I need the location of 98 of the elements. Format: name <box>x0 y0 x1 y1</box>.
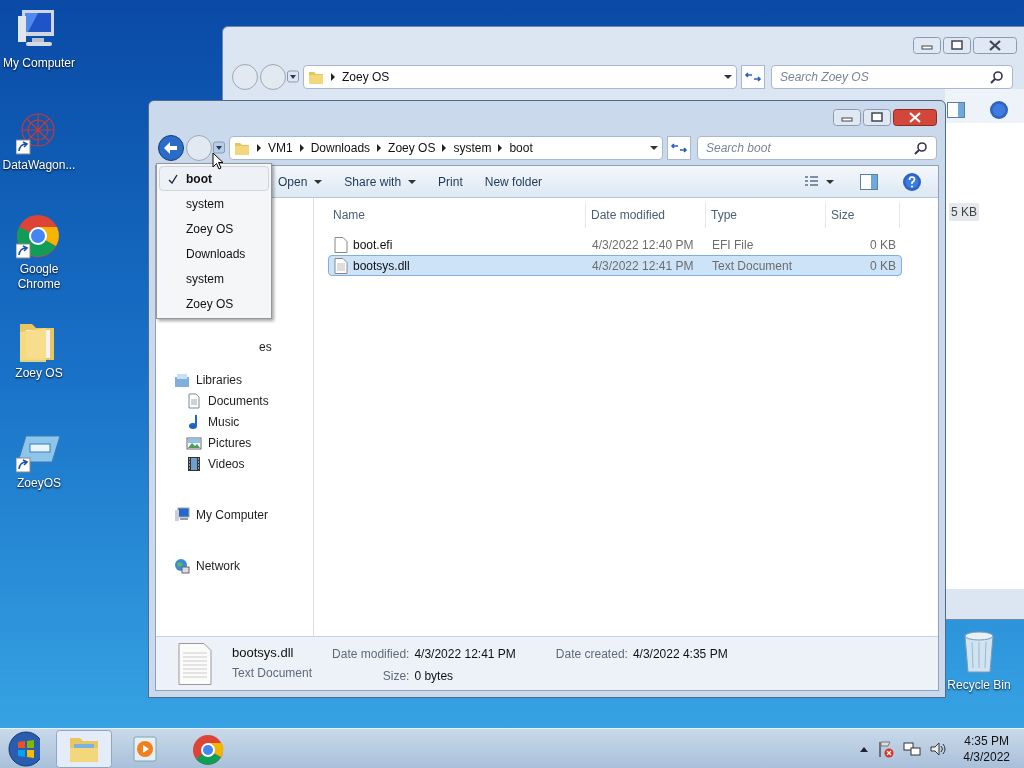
toolbar-button[interactable]: Open <box>270 169 331 194</box>
table-cell-text: 4/3/2022 12:40 PM <box>591 236 695 254</box>
search-icon <box>914 141 928 155</box>
dropdown-icon[interactable] <box>724 74 732 80</box>
search-field[interactable]: Search Zoey OS <box>780 68 990 86</box>
nav-item[interactable]: Pictures <box>208 433 252 452</box>
close-icon[interactable] <box>973 37 1017 54</box>
chevron-icon <box>376 144 383 152</box>
address-bar[interactable]: VM1 Downloads Zoey OS system boot <box>229 136 663 160</box>
desktop-icon-label[interactable]: Zoey OS <box>1 366 77 381</box>
menu-item[interactable]: Downloads <box>159 241 269 266</box>
recycle-bin-icon[interactable] <box>961 630 997 674</box>
chevron-icon <box>497 144 504 152</box>
nav-item[interactable]: Documents <box>208 391 269 410</box>
breadcrumb-item[interactable]: Zoey OS <box>388 139 436 157</box>
file-name: boot.efi <box>353 236 393 254</box>
nav-item[interactable]: es <box>259 337 272 356</box>
nav-item[interactable]: Libraries <box>196 370 243 389</box>
clock-time[interactable]: 4:35 PM <box>964 732 1009 749</box>
detail-label: Size: <box>381 668 410 685</box>
chevron-icon <box>441 144 448 152</box>
breadcrumb-item[interactable]: Downloads <box>310 139 371 157</box>
document-icon <box>334 257 348 274</box>
breadcrumb-item[interactable]: Zoey OS <box>342 68 390 86</box>
column-header[interactable]: Date modified <box>586 202 706 228</box>
check-icon <box>168 173 178 184</box>
search-box[interactable]: Search Zoey OS <box>771 65 1013 89</box>
menu-item[interactable]: system <box>159 266 269 291</box>
file-row[interactable]: boot.efi 4/3/2022 12:40 PM EFI File 0 KB <box>328 234 902 255</box>
chevron-icon <box>256 144 262 152</box>
column-header[interactable]: Name <box>328 202 586 228</box>
folder-icon <box>308 69 324 85</box>
file-row[interactable]: bootsys.dll 4/3/2022 12:41 PM Text Document 0 KB <box>328 255 902 276</box>
breadcrumb-item[interactable]: boot <box>509 139 533 157</box>
maximize-icon[interactable] <box>863 109 891 126</box>
close-icon[interactable] <box>893 109 937 126</box>
flag-icon[interactable] <box>877 739 896 758</box>
detail-label: Date modified: <box>332 646 410 663</box>
folder-icon <box>234 140 250 156</box>
detail-value: 4/3/2022 4:35 PM <box>632 646 728 663</box>
chevron-icon <box>330 73 336 81</box>
file-type: Text Document <box>232 664 313 682</box>
nav-item[interactable]: Music <box>208 412 240 431</box>
search-field[interactable]: Search boot <box>706 139 914 157</box>
detail-value: 0 bytes <box>414 668 455 685</box>
search-icon <box>990 70 1004 84</box>
nav-item[interactable]: Network <box>196 556 240 575</box>
view-options-icon[interactable] <box>804 174 834 189</box>
table-cell-text: 0 KB <box>869 257 897 275</box>
file-name: bootsys.dll <box>232 644 295 662</box>
film-icon <box>186 455 202 472</box>
nav-item[interactable]: My Computer <box>196 505 269 524</box>
network-icon[interactable] <box>903 739 922 758</box>
preview-pane-icon[interactable] <box>947 101 965 118</box>
column-header[interactable]: Type <box>706 202 826 228</box>
menu-item[interactable]: Zoey OS <box>159 216 269 241</box>
table-cell: 5 KB <box>949 203 979 221</box>
picture-icon <box>186 434 202 451</box>
search-box[interactable]: Search boot <box>697 136 937 160</box>
libraries-icon <box>174 371 190 388</box>
nav-item[interactable]: Videos <box>208 454 245 473</box>
document-icon <box>334 236 348 253</box>
breadcrumb-item[interactable]: system <box>453 139 492 157</box>
breadcrumb-item[interactable]: VM1 <box>268 139 293 157</box>
computer-icon <box>174 506 190 523</box>
network-icon <box>174 557 190 574</box>
column-header[interactable]: Size <box>826 202 900 228</box>
preview-pane-icon[interactable] <box>860 173 878 190</box>
refresh-icon[interactable] <box>741 65 765 89</box>
toolbar-button[interactable]: Print <box>430 169 471 194</box>
chevron-icon <box>298 144 305 152</box>
menu-item[interactable]: boot <box>159 166 269 191</box>
table-cell-text: 0 KB <box>869 236 897 254</box>
detail-value: 4/3/2022 12:41 PM <box>414 646 516 663</box>
desktop-icon-label[interactable]: My Computer <box>1 56 77 71</box>
table-cell-text: Text Document <box>711 257 794 275</box>
desktop-icon-label[interactable]: Google Chrome <box>1 262 77 292</box>
document-icon <box>186 392 202 409</box>
file-name: bootsys.dll <box>353 257 410 275</box>
table-cell-text: 4/3/2022 12:41 PM <box>591 257 695 275</box>
desktop-icon-label[interactable]: DataWagon... <box>1 158 77 173</box>
chrome-shortcut-icon[interactable] <box>16 214 62 260</box>
dropdown-icon[interactable] <box>650 145 658 151</box>
table-cell-text: EFI File <box>711 236 755 254</box>
toolbar-button[interactable]: Share with <box>336 169 425 194</box>
refresh-icon[interactable] <box>667 136 691 160</box>
caret-icon <box>314 178 323 185</box>
detail-label: Date created: <box>555 646 628 663</box>
address-bar[interactable]: Zoey OS <box>303 65 737 89</box>
desktop-icon-label[interactable]: ZoeyOS <box>1 476 77 491</box>
back-button-icon[interactable] <box>157 134 185 162</box>
maximize-icon[interactable] <box>943 37 971 54</box>
menu-item[interactable]: Zoey OS <box>159 291 269 316</box>
caret-icon <box>408 178 417 185</box>
menu-item[interactable]: system <box>159 191 269 216</box>
toolbar-button[interactable]: New folder <box>476 169 551 194</box>
document-icon <box>178 643 212 685</box>
clock-date[interactable]: 4/3/2022 <box>963 748 1010 765</box>
